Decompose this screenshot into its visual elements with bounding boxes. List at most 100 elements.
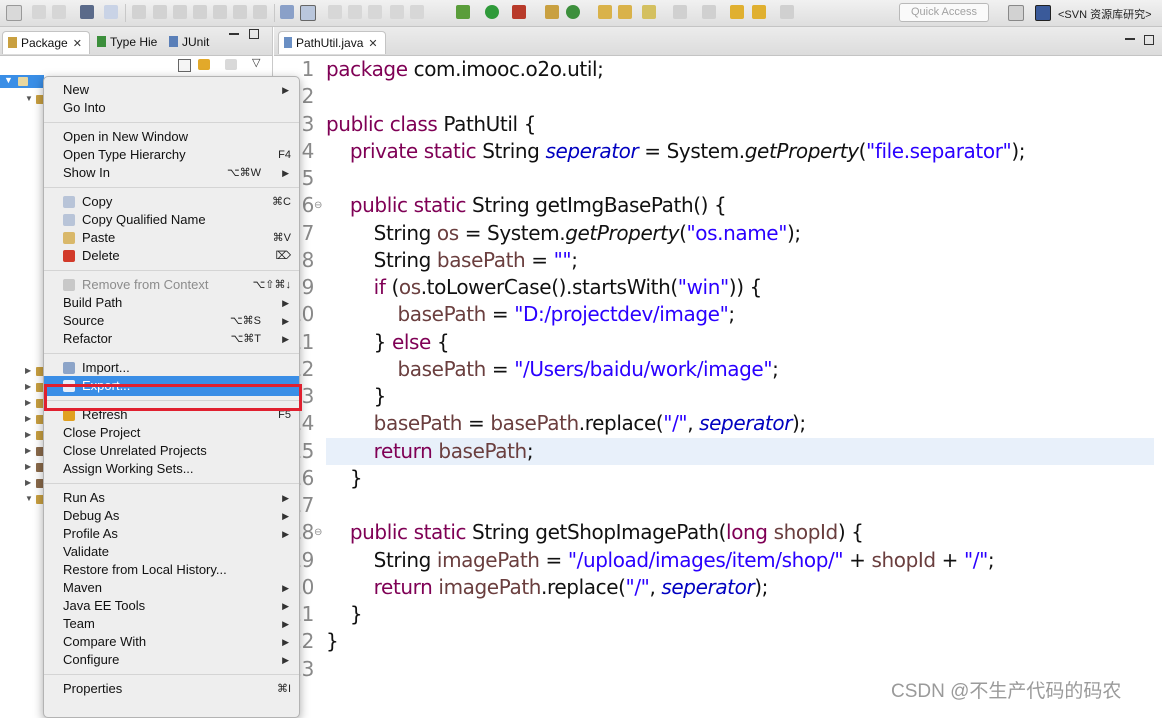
tree-row[interactable]: ▶ [0, 382, 44, 394]
code-line[interactable]: 15 return basePath; [289, 437, 1154, 465]
tree-row[interactable]: ▶ [0, 462, 44, 474]
link-with-editor-icon[interactable] [198, 59, 210, 70]
expand-arrow-icon[interactable]: ▼ [4, 75, 13, 85]
expand-arrow-icon[interactable]: ▼ [25, 94, 33, 103]
code-line[interactable]: 1 package com.imooc.o2o.util; [274, 56, 1162, 83]
fold-toggle-icon[interactable]: ⊖ [314, 192, 322, 219]
new-wizard-icon[interactable] [6, 5, 22, 21]
forward-icon[interactable] [780, 5, 794, 19]
menu-item-refactor[interactable]: Refactor ⌥⌘T ▶ [44, 330, 299, 348]
code-line[interactable]: 10 basePath = "D:/projectdev/image"; [274, 301, 1162, 328]
menu-item-properties[interactable]: Properties ⌘I [44, 680, 299, 698]
tree-row[interactable]: ▼ [0, 494, 44, 506]
tab-junit[interactable]: JUnit [164, 31, 220, 53]
new-java-package-icon[interactable] [545, 5, 559, 19]
maximize-icon[interactable] [1144, 35, 1154, 45]
code-line[interactable]: 17 [274, 492, 1162, 519]
tab-pathutil-java[interactable]: PathUtil.java ✕ [278, 31, 386, 54]
word-wrap-icon[interactable] [280, 5, 294, 19]
menu-item-build-path[interactable]: Build Path ▶ [44, 294, 299, 312]
expand-arrow-icon[interactable]: ▶ [25, 366, 31, 375]
open-type-icon[interactable] [598, 5, 612, 19]
code-line[interactable]: 21 } [274, 601, 1162, 628]
menu-item-restore-from-local-history[interactable]: Restore from Local History... [44, 561, 299, 579]
menu-item-close-project[interactable]: Close Project [44, 424, 299, 442]
search-icon[interactable] [642, 5, 656, 19]
next-annotation-icon[interactable] [673, 5, 687, 19]
menu-item-close-unrelated-projects[interactable]: Close Unrelated Projects [44, 442, 299, 460]
expand-arrow-icon[interactable]: ▼ [25, 494, 33, 503]
previous-annotation-icon[interactable] [702, 5, 716, 19]
menu-item-new[interactable]: New ▶ [44, 81, 299, 99]
menu-item-assign-working-sets[interactable]: Assign Working Sets... [44, 460, 299, 478]
svn-perspective-icon[interactable] [1035, 5, 1051, 21]
code-line[interactable]: 7 String os = System.getProperty("os.nam… [274, 220, 1162, 247]
last-edit-location-icon[interactable] [730, 5, 744, 19]
suspend-icon[interactable] [153, 5, 167, 19]
code-line[interactable]: 18 ⊖ public static String getShopImagePat… [274, 519, 1162, 546]
code-line[interactable]: 12 basePath = "/Users/baidu/work/image"; [274, 356, 1162, 383]
block-selection-icon[interactable] [300, 5, 316, 21]
resume-icon[interactable] [132, 5, 146, 19]
whitespace-icon[interactable] [368, 5, 382, 19]
paragraph-icon[interactable] [410, 5, 424, 19]
save-all-icon[interactable] [52, 5, 66, 19]
code-line[interactable]: 9 if (os.toLowerCase().startsWith("win")… [274, 274, 1162, 301]
close-icon[interactable]: ✕ [368, 38, 377, 50]
code-line[interactable]: 3 public class PathUtil { [274, 111, 1162, 138]
disconnect-icon[interactable] [193, 5, 207, 19]
run-icon[interactable] [485, 5, 499, 19]
code-line[interactable]: 13 } [274, 383, 1162, 410]
menu-item-open-type-hierarchy[interactable]: Open Type Hierarchy F4 [44, 146, 299, 164]
view-menu-icon[interactable] [225, 59, 237, 70]
tree-row[interactable]: ▶ [0, 430, 44, 442]
tree-row[interactable]: ▶ [0, 446, 44, 458]
code-line[interactable]: 8 String basePath = ""; [274, 247, 1162, 274]
menu-item-debug-as[interactable]: Debug As ▶ [44, 507, 299, 525]
menu-item-show-in[interactable]: Show In ⌥⌘W ▶ [44, 164, 299, 182]
mark-occurrences-icon[interactable] [328, 5, 342, 19]
collapse-all-icon[interactable] [178, 59, 191, 72]
menu-item-configure[interactable]: Configure ▶ [44, 651, 299, 669]
code-line[interactable]: 6 ⊖ public static String getImgBasePath()… [274, 192, 1162, 219]
menu-item-copy[interactable]: Copy ⌘C [44, 193, 299, 211]
code-line[interactable]: 5 [274, 165, 1162, 192]
expand-arrow-icon[interactable]: ▶ [25, 462, 31, 471]
code-line[interactable]: 4 private static String seperator = Syst… [274, 138, 1162, 165]
tree-row[interactable]: ▶ [0, 398, 44, 410]
tab-package-explorer[interactable]: Package ✕ [2, 31, 90, 54]
back-icon[interactable] [752, 5, 766, 19]
terminate-icon[interactable] [173, 5, 187, 19]
expand-arrow-icon[interactable]: ▶ [25, 446, 31, 455]
save-icon[interactable] [32, 5, 46, 19]
open-perspective-icon[interactable] [1008, 5, 1024, 21]
menu-item-go-into[interactable]: Go Into [44, 99, 299, 117]
code-line[interactable]: 22} [274, 628, 1162, 655]
fold-toggle-icon[interactable]: ⊖ [314, 519, 322, 546]
step-over-icon[interactable] [233, 5, 247, 19]
step-return-icon[interactable] [253, 5, 267, 19]
show-source-icon[interactable] [390, 5, 404, 19]
run-external-icon[interactable] [512, 5, 526, 19]
menu-item-profile-as[interactable]: Profile As ▶ [44, 525, 299, 543]
menu-item-copy-qualified-name[interactable]: Copy Qualified Name [44, 211, 299, 229]
tree-row[interactable]: ▶ [0, 478, 44, 490]
tree-row[interactable]: ▶ [0, 366, 44, 378]
expand-arrow-icon[interactable]: ▶ [25, 398, 31, 407]
chevron-down-icon[interactable]: ▽ [252, 56, 260, 69]
menu-item-compare-with[interactable]: Compare With ▶ [44, 633, 299, 651]
menu-item-java-ee-tools[interactable]: Java EE Tools ▶ [44, 597, 299, 615]
menu-item-run-as[interactable]: Run As ▶ [44, 489, 299, 507]
svn-perspective-button[interactable]: <SVN 资源库研究> [1058, 6, 1152, 22]
code-line[interactable]: 20 return imagePath.replace("/", seperat… [274, 574, 1162, 601]
skip-breakpoints-icon[interactable] [104, 5, 118, 19]
console-icon[interactable] [80, 5, 94, 19]
debug-icon[interactable] [456, 5, 470, 19]
menu-item-open-in-new-window[interactable]: Open in New Window [44, 128, 299, 146]
minimize-icon[interactable] [1125, 38, 1135, 40]
pin-icon[interactable] [348, 5, 362, 19]
tree-row[interactable]: ▶ [0, 414, 44, 426]
code-line[interactable]: 2 [274, 83, 1162, 110]
menu-item-paste[interactable]: Paste ⌘V [44, 229, 299, 247]
menu-item-team[interactable]: Team ▶ [44, 615, 299, 633]
